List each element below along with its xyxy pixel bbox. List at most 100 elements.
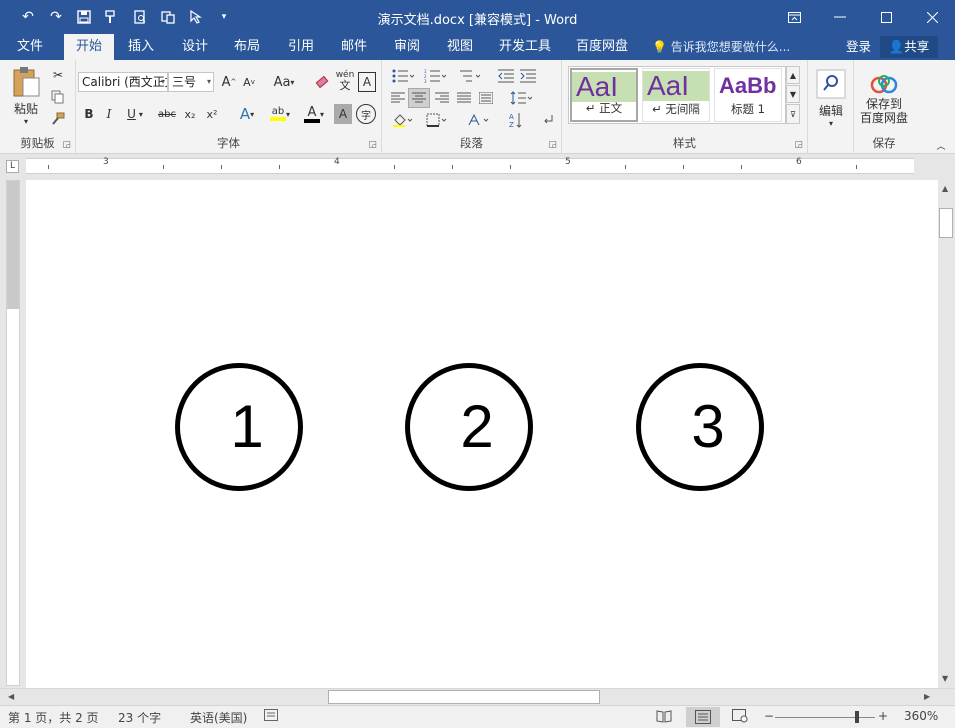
tell-me-box[interactable]: 💡 告诉我您想要做什么...: [652, 34, 790, 60]
svg-text:A: A: [509, 113, 514, 121]
change-case-button[interactable]: Aa ▾: [268, 72, 300, 92]
print-layout-icon[interactable]: [686, 707, 720, 727]
collapse-ribbon-icon[interactable]: ︿: [934, 138, 948, 152]
scroll-left-icon[interactable]: ◀: [8, 692, 14, 701]
zoom-out-icon[interactable]: −: [764, 709, 774, 723]
align-center-icon[interactable]: [408, 88, 430, 108]
clipboard-launcher-icon[interactable]: ◲: [62, 140, 71, 150]
web-layout-icon[interactable]: [732, 709, 748, 726]
zoom-slider-thumb[interactable]: [855, 711, 859, 723]
tab-selector[interactable]: L: [6, 160, 19, 173]
format-painter-brush-icon[interactable]: [48, 110, 68, 128]
paragraph-group-label: 段落: [460, 136, 483, 150]
underline-button[interactable]: U ▾: [122, 104, 148, 124]
tab-references[interactable]: 引用: [278, 34, 324, 60]
style-normal[interactable]: AaI ↵ 正文: [570, 68, 638, 122]
circled-number-3: 3: [636, 363, 764, 491]
font-size-dropdown[interactable]: 三号 ▾: [168, 72, 214, 92]
tab-mailings[interactable]: 邮件: [331, 34, 377, 60]
scroll-right-icon[interactable]: ▶: [924, 692, 930, 701]
superscript-button[interactable]: x²: [202, 104, 222, 124]
macro-record-icon[interactable]: [264, 709, 278, 724]
vertical-scrollbar[interactable]: ▲ ▼: [938, 180, 955, 688]
tab-file[interactable]: 文件: [8, 34, 52, 60]
character-shading-icon[interactable]: A: [334, 104, 352, 124]
word-count[interactable]: 23 个字: [118, 709, 161, 726]
zoom-in-icon[interactable]: +: [878, 709, 888, 723]
bold-button[interactable]: B: [80, 104, 98, 124]
show-marks-icon[interactable]: [538, 110, 558, 130]
font-name-dropdown[interactable]: Calibri (西文正文)▾: [78, 72, 168, 92]
tab-home[interactable]: 开始: [64, 34, 114, 60]
paste-button[interactable]: 粘贴 ▾: [6, 66, 46, 126]
style-heading-1[interactable]: AaBb 标题 1: [714, 68, 782, 122]
font-launcher-icon[interactable]: ◲: [368, 140, 377, 150]
bullets-icon[interactable]: [388, 66, 418, 86]
horizontal-scrollbar[interactable]: ◀ ▶: [0, 688, 955, 705]
numbering-icon[interactable]: 123: [420, 66, 450, 86]
borders-icon[interactable]: [422, 110, 452, 130]
text-effects-button[interactable]: A ▾: [232, 104, 262, 124]
minimize-icon[interactable]: [817, 0, 863, 34]
clear-formatting-icon[interactable]: [312, 72, 332, 92]
document-page[interactable]: 1 2 3: [26, 180, 938, 688]
close-icon[interactable]: [909, 0, 955, 34]
styles-more-icon[interactable]: ⊽: [786, 104, 800, 124]
distributed-icon[interactable]: [476, 88, 496, 108]
zoom-slider[interactable]: [775, 717, 875, 718]
read-mode-icon[interactable]: [656, 709, 672, 726]
page-count[interactable]: 第 1 页，共 2 页: [8, 709, 99, 726]
svg-text:Z: Z: [509, 121, 514, 128]
ribbon-display-options-icon[interactable]: [771, 0, 817, 34]
tab-view[interactable]: 视图: [437, 34, 483, 60]
zoom-level[interactable]: 360%: [904, 709, 938, 723]
save-to-baidu-button[interactable]: 保存到 百度网盘: [856, 66, 912, 132]
tab-baidu-netdisk[interactable]: 百度网盘: [570, 34, 634, 60]
highlight-button[interactable]: ab ▾: [264, 102, 296, 126]
multilevel-list-icon[interactable]: [454, 66, 484, 86]
language[interactable]: 英语(美国): [190, 709, 247, 726]
tab-design[interactable]: 设计: [172, 34, 218, 60]
line-spacing-icon[interactable]: [506, 88, 536, 108]
styles-scroll-down-icon[interactable]: ▼: [786, 85, 800, 103]
editing-button[interactable]: 编辑 ▾: [812, 64, 850, 132]
style-no-spacing[interactable]: AaI ↵ 无间隔: [642, 68, 710, 122]
login-link[interactable]: 登录: [846, 34, 871, 60]
justify-icon[interactable]: [454, 88, 474, 108]
increase-indent-icon[interactable]: [518, 66, 538, 86]
find-icon: [816, 69, 846, 98]
tab-developer[interactable]: 开发工具: [493, 34, 557, 60]
paragraph-group: 123 A Z 段落 ◲: [382, 60, 562, 154]
tab-review[interactable]: 审阅: [384, 34, 430, 60]
chinese-layout-icon[interactable]: [464, 110, 494, 130]
scroll-up-icon[interactable]: ▲: [942, 184, 948, 193]
styles-launcher-icon[interactable]: ◲: [794, 140, 803, 150]
copy-icon[interactable]: [48, 88, 68, 106]
phonetic-guide-icon[interactable]: wén 文: [334, 68, 356, 94]
maximize-icon[interactable]: [863, 0, 909, 34]
italic-button[interactable]: I: [100, 104, 118, 124]
vertical-scroll-thumb[interactable]: [939, 208, 953, 238]
scroll-down-icon[interactable]: ▼: [942, 674, 948, 683]
horizontal-scroll-thumb[interactable]: [328, 690, 600, 704]
align-left-icon[interactable]: [388, 88, 408, 108]
sort-icon[interactable]: AZ: [506, 110, 526, 130]
ruler-strip[interactable]: [26, 158, 914, 174]
subscript-button[interactable]: x₂: [180, 104, 200, 124]
enclose-characters-icon[interactable]: 字: [356, 104, 376, 124]
shading-icon[interactable]: [388, 110, 418, 130]
paragraph-launcher-icon[interactable]: ◲: [548, 140, 557, 150]
character-border-icon[interactable]: A: [358, 72, 376, 92]
tell-me-placeholder: 告诉我您想要做什么...: [670, 40, 791, 54]
align-right-icon[interactable]: [432, 88, 452, 108]
cut-icon[interactable]: ✂: [48, 66, 68, 84]
styles-scroll-up-icon[interactable]: ▲: [786, 66, 800, 84]
share-button[interactable]: 👤共享: [880, 36, 938, 58]
tab-insert[interactable]: 插入: [118, 34, 164, 60]
tab-layout[interactable]: 布局: [224, 34, 270, 60]
decrease-indent-icon[interactable]: [496, 66, 516, 86]
font-color-button[interactable]: A ▾: [298, 102, 330, 126]
strikethrough-button[interactable]: abc: [154, 104, 180, 124]
grow-font-icon[interactable]: A ^: [220, 72, 238, 92]
shrink-font-icon[interactable]: Av: [240, 72, 258, 92]
